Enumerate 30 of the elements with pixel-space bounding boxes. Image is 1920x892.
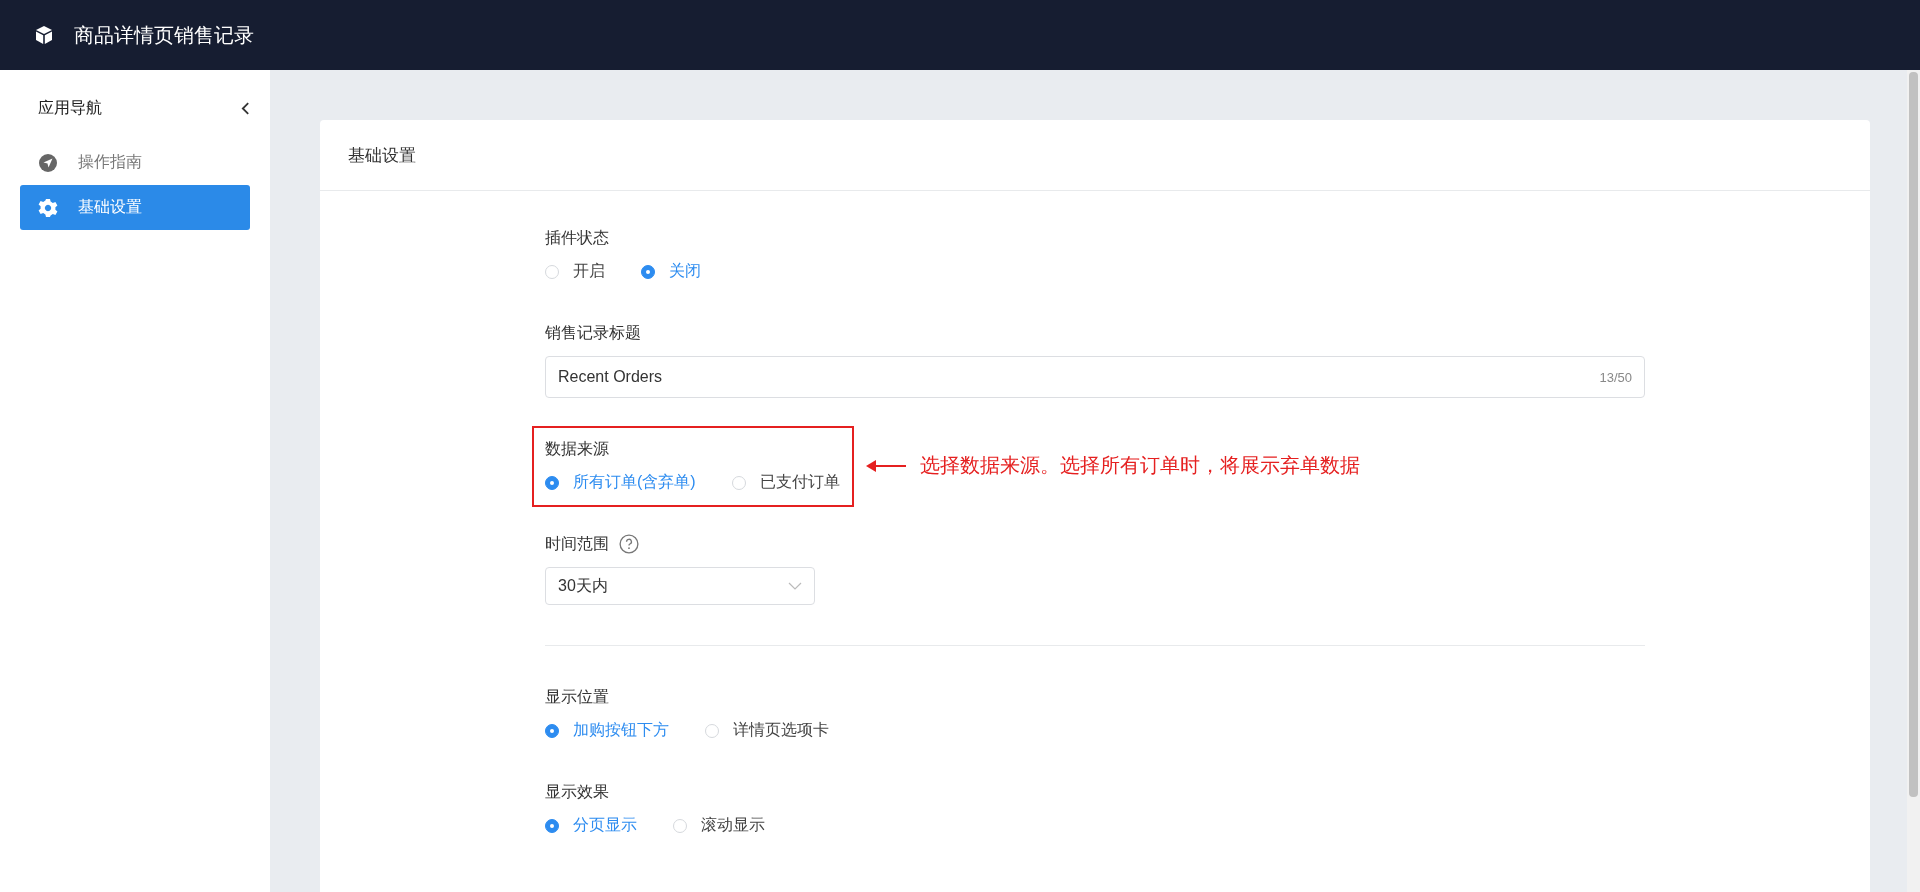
annotation-arrow (865, 458, 906, 473)
cube-icon (34, 25, 54, 45)
radio-option[interactable]: 所有订单(含弃单) (545, 472, 696, 493)
sidebar-item[interactable]: 操作指南 (20, 140, 250, 185)
radio-option[interactable]: 详情页选项卡 (705, 720, 829, 741)
radio-option[interactable]: 分页显示 (545, 815, 637, 836)
character-counter: 13/50 (1599, 369, 1632, 385)
radio-option[interactable]: 加购按钮下方 (545, 720, 669, 741)
field-label: 销售记录标题 (545, 322, 641, 343)
sidebar-item[interactable]: 基础设置 (20, 185, 250, 230)
radio-option[interactable]: 滚动显示 (673, 815, 765, 836)
caret-icon (788, 582, 802, 590)
field-label: 插件状态 (545, 227, 609, 248)
annotation-note: 选择数据来源。选择所有订单时，将展示弃单数据 (919, 453, 1360, 478)
gear-icon (38, 197, 58, 218)
field-label: 数据来源 (545, 438, 609, 459)
field-label: 显示位置 (545, 686, 609, 707)
sidebar-title: 应用导航 (38, 97, 102, 118)
field-label: 显示效果 (545, 781, 609, 802)
help-icon[interactable] (619, 534, 639, 554)
app-title: 商品详情页销售记录 (74, 22, 254, 48)
collapse-chevron-icon[interactable] (241, 100, 250, 116)
title-input[interactable]: Recent Orders 13/50 (545, 356, 1645, 398)
card-title: 基础设置 (348, 144, 416, 167)
radio-option[interactable]: 关闭 (641, 261, 701, 282)
field-label: 时间范围 (545, 533, 609, 554)
radio-option[interactable]: 已支付订单 (731, 472, 840, 493)
radio-option[interactable]: 开启 (545, 261, 605, 282)
time-range-select[interactable]: 30天内 (545, 567, 815, 605)
scrollbar[interactable] (1907, 70, 1920, 892)
